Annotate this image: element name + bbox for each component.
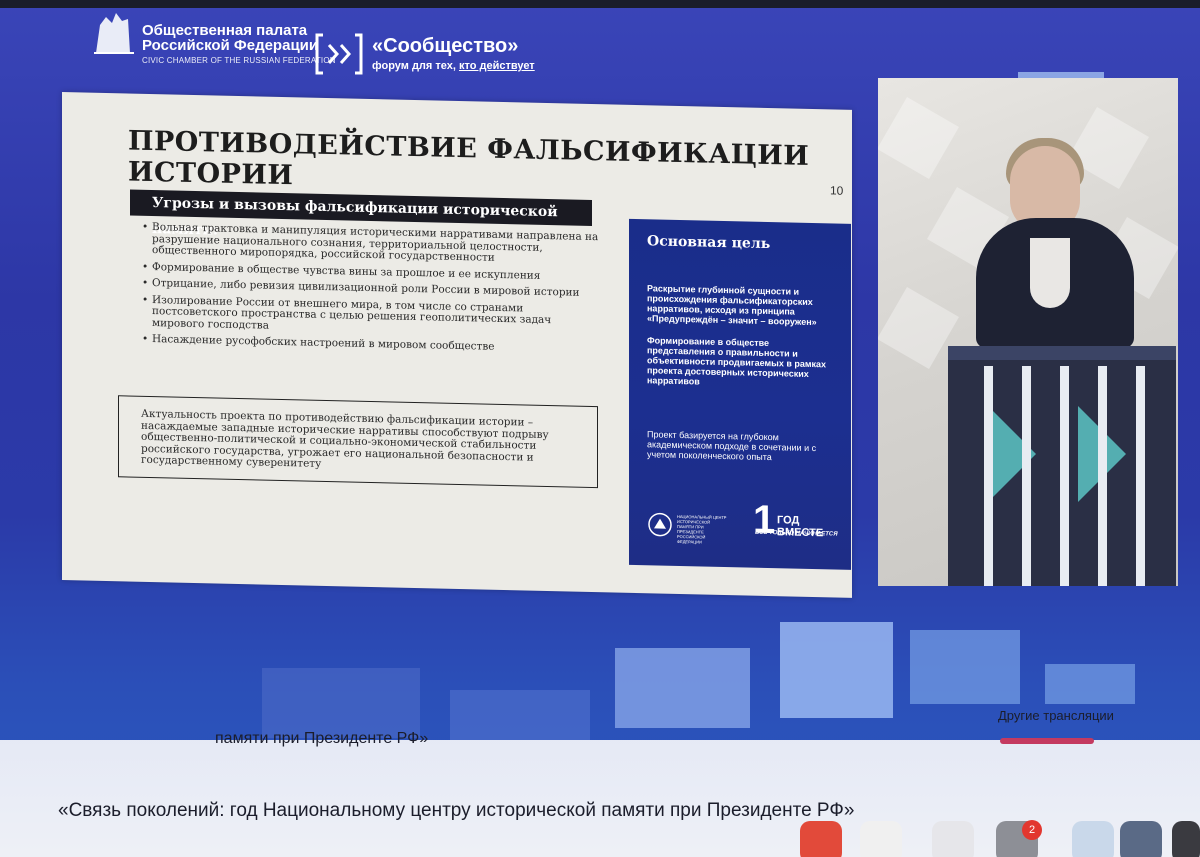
podium-top [948, 346, 1176, 360]
goal-title: Основная цель [647, 233, 771, 253]
podium-stripe [1098, 366, 1107, 586]
goal-paragraph-1: Раскрытие глубинной сущности и происхожд… [647, 283, 817, 328]
civic-chamber-emblem-icon [94, 13, 134, 54]
goal-panel: Основная цель Раскрытие глубинной сущнос… [629, 218, 851, 570]
podium [948, 346, 1176, 586]
goal-logos: НАЦИОНАЛЬНЫЙ ЦЕНТР ИСТОРИЧЕСКОЙ ПАМЯТИ П… [647, 498, 841, 547]
stream-caption-overlay: памяти при Президенте РФ» [215, 730, 429, 747]
civic-chamber-line2: Российской Федерации [142, 37, 319, 54]
other-streams-indicator [1000, 738, 1094, 744]
stream-header: Общественная палата Российской Федерации… [90, 5, 610, 85]
deco-square [450, 690, 590, 740]
list-item: Изолирование России от внешнего мира, в … [142, 294, 602, 339]
year-number: 1 [753, 497, 776, 543]
forum-subtitle-link: кто действует [458, 60, 535, 72]
podium-stripe [984, 366, 993, 586]
presentation-slide: ПРОТИВОДЕЙСТВИЕ ФАЛЬСИФИКАЦИИ ИСТОРИИ 10… [62, 92, 852, 598]
forum-name: «Сообщество» форум для тех, кто действуе… [372, 35, 535, 72]
threats-list: Вольная трактовка и манипуляция историче… [142, 221, 602, 361]
forum-subtitle-prefix: форум для тех, [372, 60, 456, 72]
dock [800, 815, 1200, 857]
civic-chamber-line3: CIVIC CHAMBER OF THE RUSSIAN FEDERATION [142, 56, 336, 65]
wall-tile [878, 97, 959, 179]
stream-screen: Общественная палата Российской Федерации… [0, 0, 1200, 857]
ncip-name: НАЦИОНАЛЬНЫЙ ЦЕНТР ИСТОРИЧЕСКОЙ ПАМЯТИ П… [677, 513, 727, 545]
civic-chamber-name: Общественная палата Российской Федерации… [142, 23, 336, 68]
deco-square [262, 668, 420, 738]
relevance-box: Актуальность проекта по противодействию … [118, 395, 598, 489]
goal-paragraph-2: Формирование в обществе представления о … [647, 335, 827, 387]
deco-square [780, 622, 893, 718]
forum-subtitle: форум для тех, кто действует [372, 60, 535, 72]
dock-app-icon[interactable] [860, 821, 902, 857]
deco-square [615, 648, 750, 728]
slide-page-number: 10 [830, 183, 844, 198]
dock-app-icon[interactable] [800, 821, 842, 857]
notification-badge: 2 [1022, 820, 1042, 840]
forum-logo-icon [315, 33, 363, 75]
forum-title: «Сообщество» [372, 35, 519, 57]
speaker-shirt [1030, 238, 1070, 308]
other-streams-link[interactable]: Другие трансляции [998, 708, 1114, 723]
dock-app-icon[interactable] [932, 821, 974, 857]
quicktime-icon[interactable] [1120, 821, 1162, 857]
list-item: Вольная трактовка и манипуляция историче… [142, 221, 602, 267]
deco-square [1045, 664, 1135, 704]
podium-stripe [1136, 366, 1145, 586]
wall-tile [878, 287, 959, 369]
ncip-emblem-icon [648, 512, 672, 537]
stream-title: «Связь поколений: год Национальному цент… [58, 800, 855, 821]
goal-paragraph-3: Проект базируется на глубоком академичес… [647, 429, 817, 463]
speaker-video [878, 78, 1178, 586]
dock-app-icon[interactable] [1072, 821, 1114, 857]
podium-stripe [1060, 366, 1069, 586]
deco-square [910, 630, 1020, 704]
calculator-icon[interactable] [1172, 821, 1200, 857]
podium-stripe [1022, 366, 1031, 586]
civic-chamber-line1: Общественная палата [142, 22, 308, 39]
